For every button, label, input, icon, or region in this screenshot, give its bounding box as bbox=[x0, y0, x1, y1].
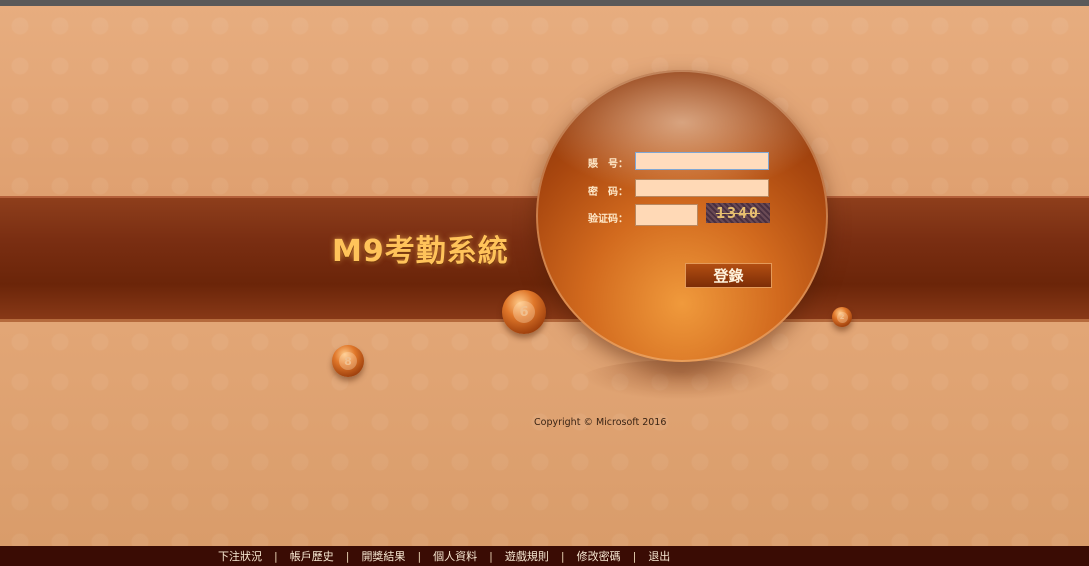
captcha-input[interactable] bbox=[635, 204, 698, 226]
copyright-text: Copyright © Microsoft 2016 bbox=[534, 417, 667, 428]
login-button[interactable]: 登錄 bbox=[685, 263, 772, 288]
footer-link-account-history[interactable]: 帳戶歷史 bbox=[290, 548, 334, 564]
orb-reflection bbox=[580, 360, 780, 400]
ball-two-number: 2 bbox=[836, 311, 848, 323]
footer-link-game-rules[interactable]: 遊戲規則 bbox=[505, 548, 549, 564]
footer-separator: | bbox=[345, 549, 350, 563]
footer-link-draw-results[interactable]: 開獎結果 bbox=[361, 548, 405, 564]
footer-separator: | bbox=[632, 549, 637, 563]
footer-separator: | bbox=[489, 549, 493, 563]
footer-link-bet-status[interactable]: 下注狀況 bbox=[218, 548, 262, 564]
ball-two-icon: 2 bbox=[832, 307, 852, 327]
footer-separator: | bbox=[274, 549, 278, 563]
ball-eight-number: 8 bbox=[339, 352, 357, 370]
ball-six-icon: 6 bbox=[502, 290, 546, 334]
footer-link-personal-info[interactable]: 個人資料 bbox=[433, 548, 477, 564]
ball-eight-icon: 8 bbox=[332, 345, 364, 377]
footer-separator: | bbox=[560, 549, 565, 563]
captcha-image[interactable]: 1340 bbox=[706, 203, 770, 223]
account-label: 賬 号： bbox=[588, 159, 628, 170]
password-label: 密 码： bbox=[588, 187, 628, 198]
captcha-label: 验证码： bbox=[588, 214, 628, 225]
ball-six-number: 6 bbox=[513, 301, 535, 323]
footer-link-change-password[interactable]: 修改密碼 bbox=[577, 548, 621, 564]
app-title: M9考勤系統 bbox=[332, 234, 509, 269]
password-input[interactable] bbox=[635, 179, 769, 197]
account-input[interactable] bbox=[635, 152, 769, 170]
footer-separator: | bbox=[417, 549, 422, 563]
footer-bar: 下注狀況 | 帳戶歷史 | 開獎結果 | 個人資料 | 遊戲規則 | 修改密碼 … bbox=[0, 546, 1089, 566]
background-bottom bbox=[0, 322, 1089, 546]
footer-link-logout[interactable]: 退出 bbox=[648, 548, 670, 564]
footer-nav: 下注狀況 | 帳戶歷史 | 開獎結果 | 個人資料 | 遊戲規則 | 修改密碼 … bbox=[218, 546, 670, 566]
